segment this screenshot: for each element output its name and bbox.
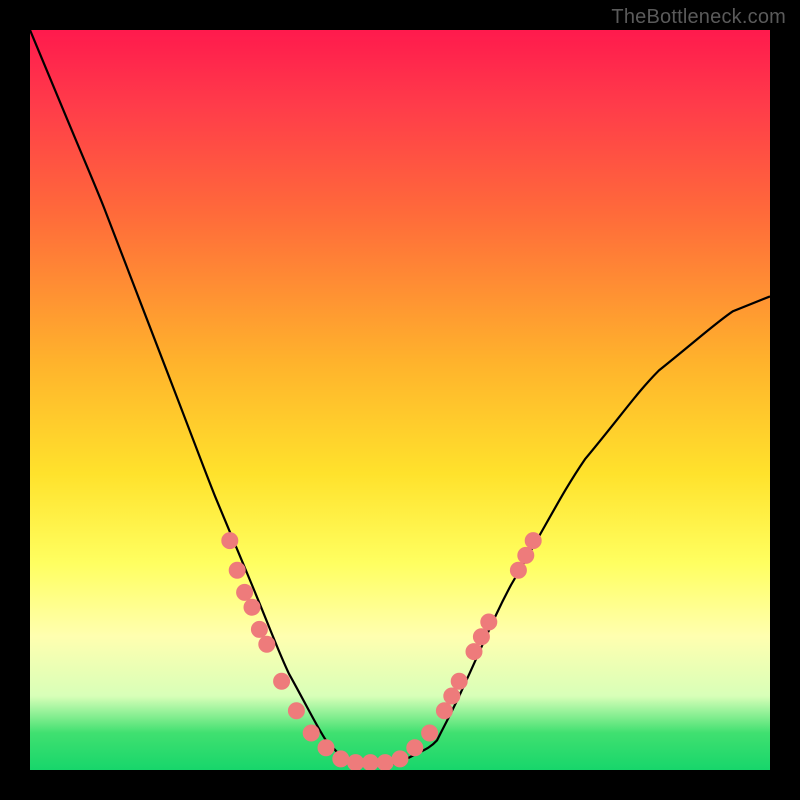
data-marker	[510, 562, 526, 578]
data-marker	[222, 533, 238, 549]
chart-area	[30, 30, 770, 770]
data-marker	[473, 629, 489, 645]
data-marker	[362, 755, 378, 770]
data-marker	[451, 673, 467, 689]
data-marker	[481, 614, 497, 630]
data-marker	[392, 751, 408, 767]
data-marker	[318, 740, 334, 756]
data-marker	[348, 755, 364, 770]
data-marker	[436, 703, 452, 719]
data-marker	[422, 725, 438, 741]
data-marker	[303, 725, 319, 741]
data-marker	[377, 755, 393, 770]
chart-svg	[30, 30, 770, 770]
data-marker	[466, 644, 482, 660]
attribution-label: TheBottleneck.com	[611, 6, 786, 29]
data-marker	[237, 584, 253, 600]
data-marker	[274, 673, 290, 689]
data-marker	[244, 599, 260, 615]
data-marker	[333, 751, 349, 767]
data-marker	[407, 740, 423, 756]
data-marker	[229, 562, 245, 578]
data-marker	[288, 703, 304, 719]
marker-group	[222, 533, 541, 770]
data-marker	[259, 636, 275, 652]
data-marker	[251, 621, 267, 637]
data-marker	[525, 533, 541, 549]
bottleneck-curve	[30, 30, 770, 764]
data-marker	[444, 688, 460, 704]
data-marker	[518, 547, 534, 563]
